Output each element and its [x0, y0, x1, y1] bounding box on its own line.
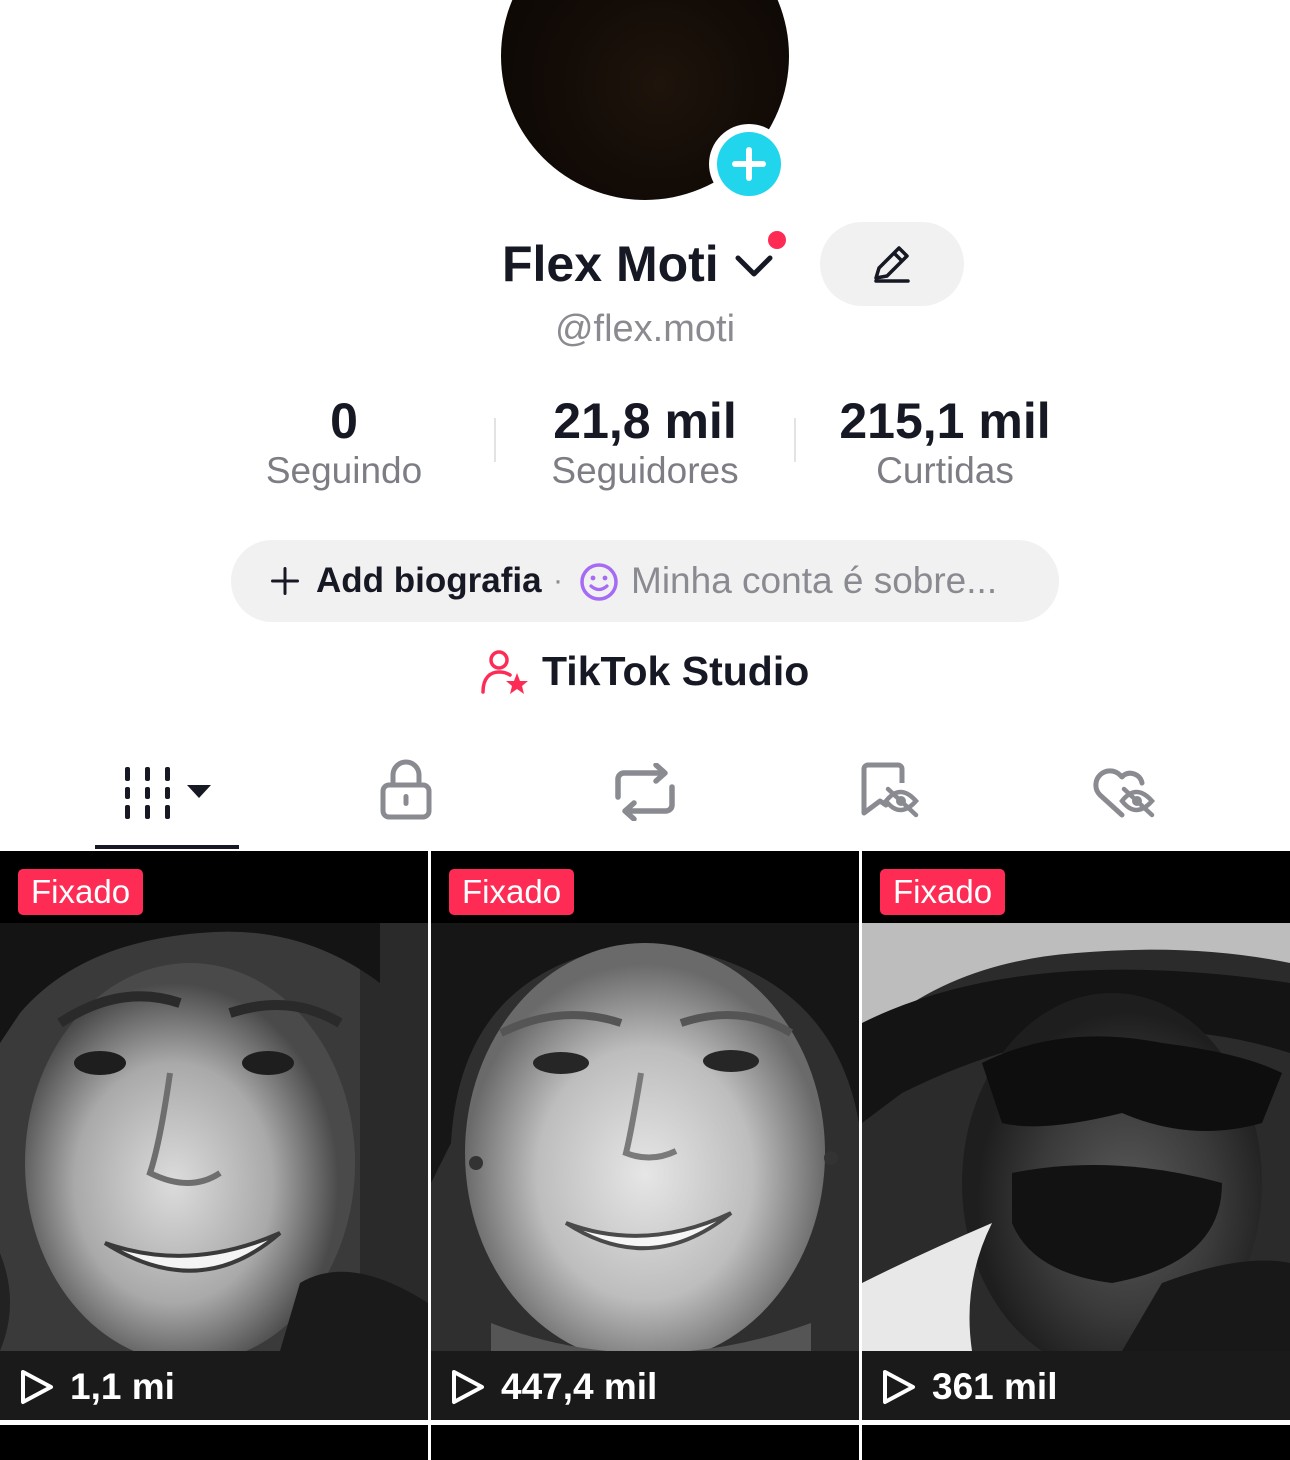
- play-icon: [452, 1370, 484, 1404]
- video-grid: Fixado 1,1 mi Fixado 447,4 mil Fixado 36…: [0, 851, 1290, 1460]
- following-label: Seguindo: [265, 450, 423, 491]
- views-bar: [862, 1351, 1290, 1420]
- pinned-badge: Fixado: [18, 869, 144, 915]
- add-bio-label: Add biografia: [316, 561, 542, 600]
- edit-profile-button[interactable]: [820, 222, 964, 306]
- video-thumbnail[interactable]: Fixado 1,1 mi: [0, 851, 428, 1420]
- tiktok-studio-label: TikTok Studio: [542, 648, 810, 694]
- repost-icon: [615, 763, 675, 821]
- plus-icon: [271, 567, 299, 595]
- view-count-label: 447,4 mil: [501, 1366, 658, 1407]
- video-thumbnail[interactable]: [0, 1425, 428, 1460]
- view-count-label: 361 mil: [932, 1366, 1058, 1407]
- followers-label: Seguidores: [551, 450, 739, 491]
- video-thumbnail[interactable]: [862, 1425, 1290, 1460]
- tab-private[interactable]: [331, 745, 481, 851]
- tab-reposts[interactable]: [570, 745, 720, 851]
- video-thumbnail[interactable]: Fixado 361 mil: [862, 851, 1290, 1420]
- profile-name-row: Flex Moti: [0, 232, 1290, 302]
- lock-icon: [380, 759, 432, 820]
- add-bio-button[interactable]: Add biografia · Minha conta é sobre...: [231, 540, 1059, 622]
- favorites-hidden-icon: [861, 762, 920, 818]
- tab-selected-indicator: [95, 845, 239, 849]
- views-bar: [0, 1351, 428, 1420]
- chevron-down-icon[interactable]: [734, 252, 774, 280]
- video-preview-image: [431, 923, 859, 1351]
- pinned-badge: Fixado: [449, 869, 575, 915]
- smiley-icon: [580, 563, 618, 601]
- bio-separator: ·: [553, 564, 563, 597]
- video-preview-image: [0, 923, 428, 1351]
- stat-followers[interactable]: 21,8 mil Seguidores: [495, 394, 795, 494]
- video-thumbnail[interactable]: Fixado 447,4 mil: [431, 851, 859, 1420]
- likes-count: 215,1 mil: [839, 393, 1051, 449]
- profile-tabs: [0, 745, 1290, 851]
- add-avatar-button[interactable]: [709, 124, 789, 204]
- display-name[interactable]: Flex Moti: [502, 232, 719, 296]
- pinned-badge: Fixado: [880, 869, 1006, 915]
- pencil-icon: [874, 246, 910, 283]
- followers-count: 21,8 mil: [553, 393, 737, 449]
- view-count-label: 1,1 mi: [70, 1366, 175, 1407]
- videos-grid-icon: [125, 767, 211, 819]
- play-icon: [21, 1370, 53, 1404]
- tab-videos[interactable]: [95, 745, 245, 851]
- video-thumbnail[interactable]: [431, 1425, 859, 1460]
- notification-dot: [765, 228, 789, 252]
- liked-hidden-icon: [1093, 768, 1156, 818]
- username: @flex.moti: [554, 308, 736, 350]
- tab-liked[interactable]: [1050, 745, 1200, 851]
- tab-favorites[interactable]: [810, 745, 960, 851]
- likes-label: Curtidas: [876, 450, 1014, 491]
- following-count: 0: [330, 393, 358, 449]
- stat-likes[interactable]: 215,1 mil Curtidas: [795, 394, 1095, 494]
- creator-star-icon: [481, 650, 528, 694]
- stat-following[interactable]: 0 Seguindo: [194, 394, 494, 494]
- bio-placeholder: Minha conta é sobre...: [631, 560, 998, 601]
- video-preview-image: [862, 923, 1290, 1351]
- play-icon: [883, 1370, 915, 1404]
- plus-icon: [732, 147, 766, 181]
